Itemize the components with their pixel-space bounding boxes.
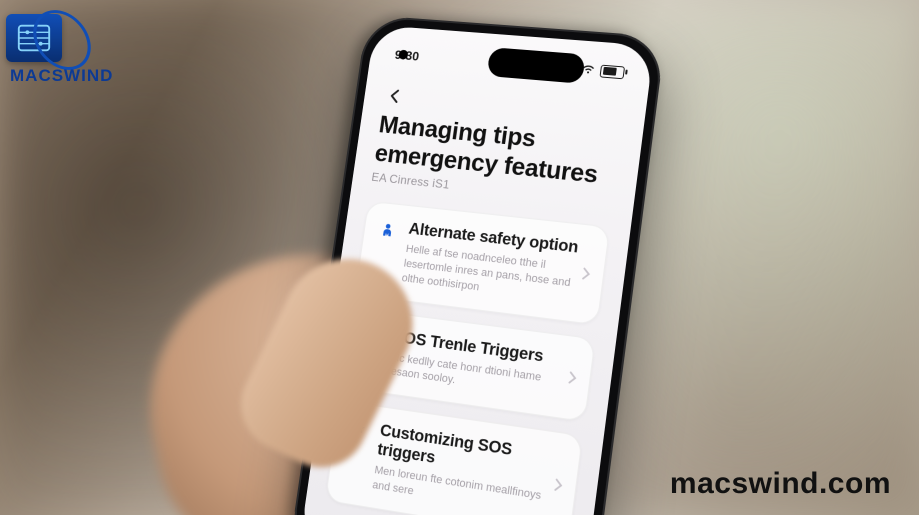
photo-background: MACSWIND macswind.com 9:30 Man xyxy=(0,0,919,515)
chevron-right-icon xyxy=(552,477,564,493)
person-safety-icon xyxy=(375,217,401,243)
arrow-left-icon xyxy=(386,87,405,106)
logo-text: MACSWIND xyxy=(10,66,113,86)
dynamic-island xyxy=(487,47,586,84)
chevron-right-icon xyxy=(566,370,578,386)
battery-icon xyxy=(600,64,626,79)
back-button[interactable] xyxy=(382,83,410,110)
watermark-text: macswind.com xyxy=(670,467,891,501)
brand-logo xyxy=(6,14,62,62)
chevron-right-icon xyxy=(580,266,592,281)
